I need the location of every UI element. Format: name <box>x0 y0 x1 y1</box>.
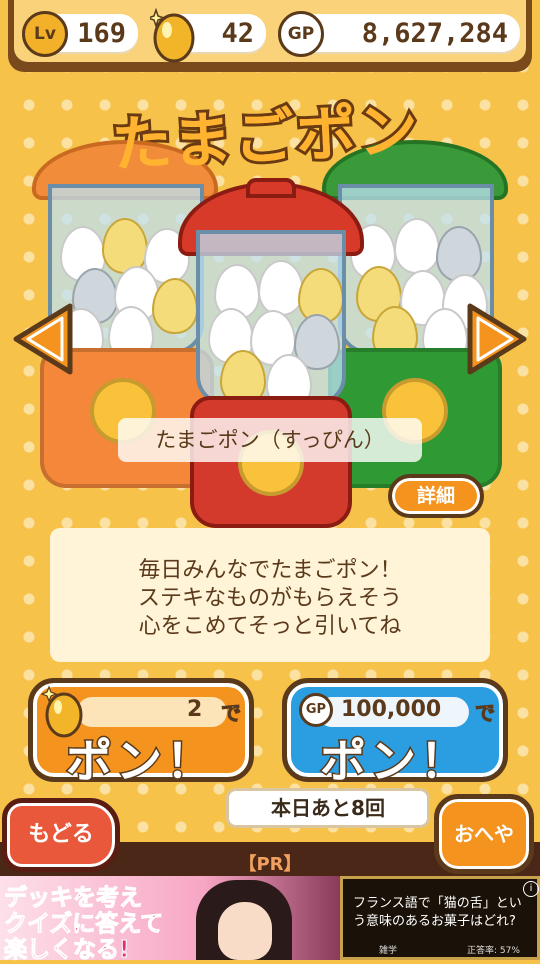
draw-with-eggs-button[interactable]: 2 で ポン！ <box>28 678 254 790</box>
price-suffix: で <box>221 701 242 726</box>
back-button[interactable]: もどる <box>2 798 120 872</box>
gp-badge: GP <box>299 693 333 727</box>
gp-value: 8,627,284 <box>361 18 508 49</box>
egg-price: 2 <box>187 697 203 722</box>
price-bar <box>77 697 227 727</box>
ad-info-icon[interactable]: i <box>523 881 539 897</box>
level-value: 169 <box>77 18 126 49</box>
remaining-draws-label: 本日あと8回 <box>226 788 430 828</box>
ad-text-line: 楽しくなる! <box>4 937 130 964</box>
pon-label: ポン！ <box>65 733 216 790</box>
detail-button[interactable]: 詳細 <box>388 474 484 518</box>
machine-name-label: たまごポン（すっぴん） <box>118 418 422 462</box>
draw-with-gp-button[interactable]: GP 100,000 で ポン！ <box>282 678 508 790</box>
price-suffix: で <box>475 701 496 726</box>
egg-count: 42 <box>221 18 254 49</box>
level-pill: Lv 169 <box>22 11 138 57</box>
gp-badge: GP <box>278 11 324 57</box>
prev-machine-arrow[interactable] <box>10 302 76 376</box>
ad-quiz-panel[interactable]: フランス語で「猫の舌」という意味のあるお菓子はどれ? 雑学 正答率: 57% i <box>340 876 540 960</box>
ad-quiz-text: フランス語で「猫の舌」という意味のあるお菓子はどれ? <box>353 896 522 929</box>
next-machine-arrow[interactable] <box>464 302 530 376</box>
machine-red[interactable] <box>176 178 366 528</box>
page-title: たまごポン <box>110 94 422 182</box>
golden-egg-icon <box>150 7 195 63</box>
description-line: 心をこめてそっと引いてね <box>138 614 402 639</box>
description-panel: 毎日みんなでたまごポン！ ステキなものがもらえそう 心をこめてそっと引いてね <box>50 528 490 662</box>
room-button[interactable]: おへや <box>434 794 534 874</box>
gp-pill: GP 8,627,284 <box>278 11 520 57</box>
golden-egg-pill: 42 <box>150 7 266 63</box>
ad-quiz-rate: 正答率: 57% <box>467 946 520 956</box>
gp-price: 100,000 <box>341 697 442 722</box>
ad-quiz-genre: 雑学 <box>379 946 398 956</box>
ad-left-image[interactable]: デッキを考え クイズに答えて 楽しくなる! <box>0 876 340 964</box>
ad-character-face <box>218 902 272 960</box>
pon-label: ポン！ <box>319 733 470 790</box>
level-badge: Lv <box>22 11 68 57</box>
